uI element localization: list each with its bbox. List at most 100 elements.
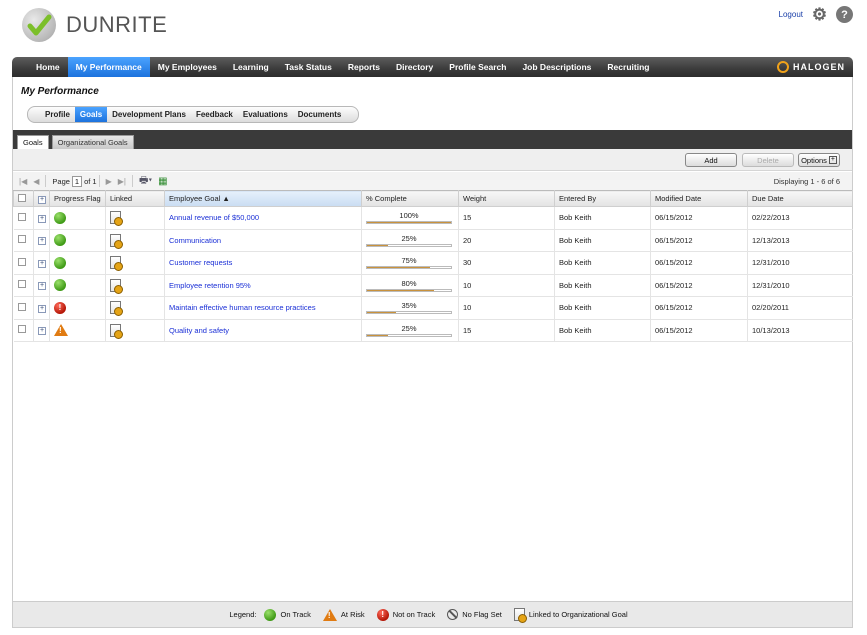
linked-goal-icon[interactable] <box>110 256 123 272</box>
table-row[interactable]: + Employee retention 95% 80% 10 Bob Keith 06/… <box>13 274 853 297</box>
add-button[interactable]: Add <box>685 153 737 167</box>
row-checkbox[interactable] <box>17 212 26 221</box>
subnav-profile[interactable]: Profile <box>40 107 75 122</box>
page-number-input[interactable]: 1 <box>71 175 83 187</box>
row-checkbox[interactable] <box>17 257 26 266</box>
delete-button[interactable]: Delete <box>742 153 794 167</box>
linked-goal-icon[interactable] <box>110 301 123 317</box>
column-pct-complete[interactable]: % Complete <box>361 190 459 207</box>
table-row[interactable]: + Annual revenue of $50,000 100% 15 Bob Keit… <box>13 206 853 230</box>
progress-bar <box>366 221 452 225</box>
displaying-count: Displaying 1 - 6 of 6 <box>773 176 840 186</box>
legend-not-on-track: Not on Track <box>392 610 436 619</box>
progress-fill <box>367 289 435 291</box>
checkmark-logo-icon <box>22 8 56 42</box>
linked-cell <box>105 251 165 275</box>
linked-goal-icon[interactable] <box>110 278 123 294</box>
linked-goal-icon[interactable] <box>110 233 123 249</box>
help-icon[interactable]: ? <box>836 6 853 23</box>
pct-value: 75% <box>401 256 417 266</box>
goal-link[interactable]: Annual revenue of $50,000 <box>169 213 259 222</box>
subnav-evaluations[interactable]: Evaluations <box>238 107 293 122</box>
subnav-development-plans[interactable]: Development Plans <box>107 107 191 122</box>
expand-row-icon[interactable]: + <box>38 282 46 291</box>
expand-row-icon[interactable]: + <box>38 327 46 336</box>
nav-my-employees[interactable]: My Employees <box>150 57 225 77</box>
tab-goals[interactable]: Goals <box>17 135 49 149</box>
row-checkbox[interactable] <box>17 235 26 244</box>
linked-goal-icon[interactable] <box>110 323 123 339</box>
progress-fill <box>367 334 388 336</box>
row-checkbox[interactable] <box>17 302 26 311</box>
options-button[interactable]: Options + <box>798 153 840 167</box>
progress-bar <box>366 266 452 270</box>
subnav-goals[interactable]: Goals <box>74 107 108 122</box>
expand-all-icon[interactable]: + <box>38 195 46 204</box>
goal-link[interactable]: Communication <box>169 236 221 245</box>
pct-value: 25% <box>401 233 417 243</box>
nav-profile-search[interactable]: Profile Search <box>441 57 514 77</box>
tab-organizational-goals[interactable]: Organizational Goals <box>51 135 134 149</box>
previous-page-icon[interactable]: ◀ <box>33 177 39 186</box>
modified-date-cell: 06/15/2012 <box>650 251 748 275</box>
nav-task-status[interactable]: Task Status <box>277 57 340 77</box>
linked-cell <box>105 274 165 297</box>
on-track-icon <box>264 608 277 621</box>
expand-row-icon[interactable]: + <box>38 214 46 223</box>
logout-link[interactable]: Logout <box>779 10 803 19</box>
column-due-date[interactable]: Due Date <box>747 190 853 207</box>
app-logo: DUNRITE <box>22 8 167 42</box>
table-row[interactable]: + Customer requests 75% 30 Bob Keith 06/15/20… <box>13 251 853 275</box>
nav-reports[interactable]: Reports <box>340 57 388 77</box>
goal-link[interactable]: Maintain effective human resource practi… <box>169 303 316 312</box>
select-all-checkbox[interactable] <box>18 193 26 202</box>
expand-all-header[interactable]: + <box>33 190 50 207</box>
select-all-header[interactable] <box>13 190 34 207</box>
pct-value: 25% <box>401 323 417 333</box>
on-track-icon <box>54 256 66 269</box>
row-checkbox[interactable] <box>17 325 26 334</box>
expand-row-icon[interactable]: + <box>38 259 46 268</box>
nav-directory[interactable]: Directory <box>388 57 441 77</box>
subnav-feedback[interactable]: Feedback <box>191 107 238 122</box>
print-icon[interactable]: 🖶▾ <box>139 173 152 190</box>
entered-by-cell: Bob Keith <box>554 319 651 342</box>
next-page-icon[interactable]: ▶ <box>106 177 112 186</box>
expand-row-icon[interactable]: + <box>38 237 46 246</box>
gear-icon[interactable]: ⚙ <box>811 5 828 24</box>
subnav-documents[interactable]: Documents <box>293 107 347 122</box>
column-entered-by[interactable]: Entered By <box>554 190 651 207</box>
last-page-icon[interactable]: ▶| <box>118 177 126 186</box>
table-row[interactable]: +! Maintain effective human resource prac… <box>13 296 853 320</box>
legend-no-flag: No Flag Set <box>462 610 502 619</box>
weight-cell: 30 <box>458 251 555 275</box>
legend-title: Legend: <box>229 610 257 619</box>
nav-home[interactable]: Home <box>28 57 68 77</box>
pager-divider <box>132 175 133 187</box>
modified-date-cell: 06/15/2012 <box>650 319 748 342</box>
column-progress-flag[interactable]: Progress Flag <box>49 190 106 207</box>
nav-learning[interactable]: Learning <box>225 57 277 77</box>
goal-link[interactable]: Employee retention 95% <box>169 281 251 290</box>
progress-bar <box>366 243 452 247</box>
halogen-logo: HALOGEN <box>777 61 845 73</box>
linked-goal-icon[interactable] <box>110 211 123 227</box>
expand-row-icon[interactable]: + <box>38 304 46 313</box>
nav-job-descriptions[interactable]: Job Descriptions <box>514 57 599 77</box>
goal-link[interactable]: Customer requests <box>169 258 232 267</box>
column-weight[interactable]: Weight <box>458 190 555 207</box>
column-employee-goal[interactable]: Employee Goal ▲ <box>164 190 362 207</box>
row-checkbox[interactable] <box>17 280 26 289</box>
first-page-icon[interactable]: |◀ <box>19 177 27 186</box>
progress-flag-cell <box>49 251 106 275</box>
pct-complete: 80% <box>366 279 452 292</box>
nav-my-performance[interactable]: My Performance <box>67 57 150 77</box>
table-row[interactable]: +! Quality and safety 25% 15 Bob Keith 06/15/… <box>13 319 853 342</box>
column-linked[interactable]: Linked <box>105 190 165 207</box>
table-row[interactable]: + Communication 25% 20 Bob Keith 06/15/2012 12… <box>13 229 853 252</box>
goal-link[interactable]: Quality and safety <box>169 326 229 335</box>
export-excel-icon[interactable]: ▦ <box>158 176 167 187</box>
nav-recruiting[interactable]: Recruiting <box>599 57 657 77</box>
main-navigation: Home My Performance My Employees Learnin… <box>12 57 853 77</box>
column-modified-date[interactable]: Modified Date <box>650 190 748 207</box>
